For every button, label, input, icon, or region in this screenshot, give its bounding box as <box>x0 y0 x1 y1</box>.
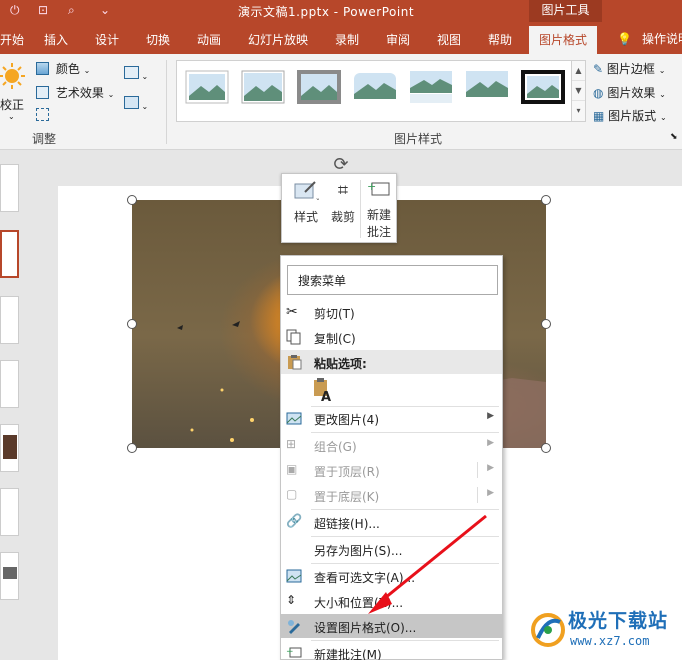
watermark-name: 极光下载站 <box>568 610 669 632</box>
arrow-shaft <box>379 514 487 604</box>
annotation-arrow <box>368 514 487 614</box>
watermark-logo: 极光下载站 www.xz7.com <box>530 604 682 660</box>
watermark-url: www.xz7.com <box>570 634 650 648</box>
watermark-swirl-icon <box>531 613 565 647</box>
